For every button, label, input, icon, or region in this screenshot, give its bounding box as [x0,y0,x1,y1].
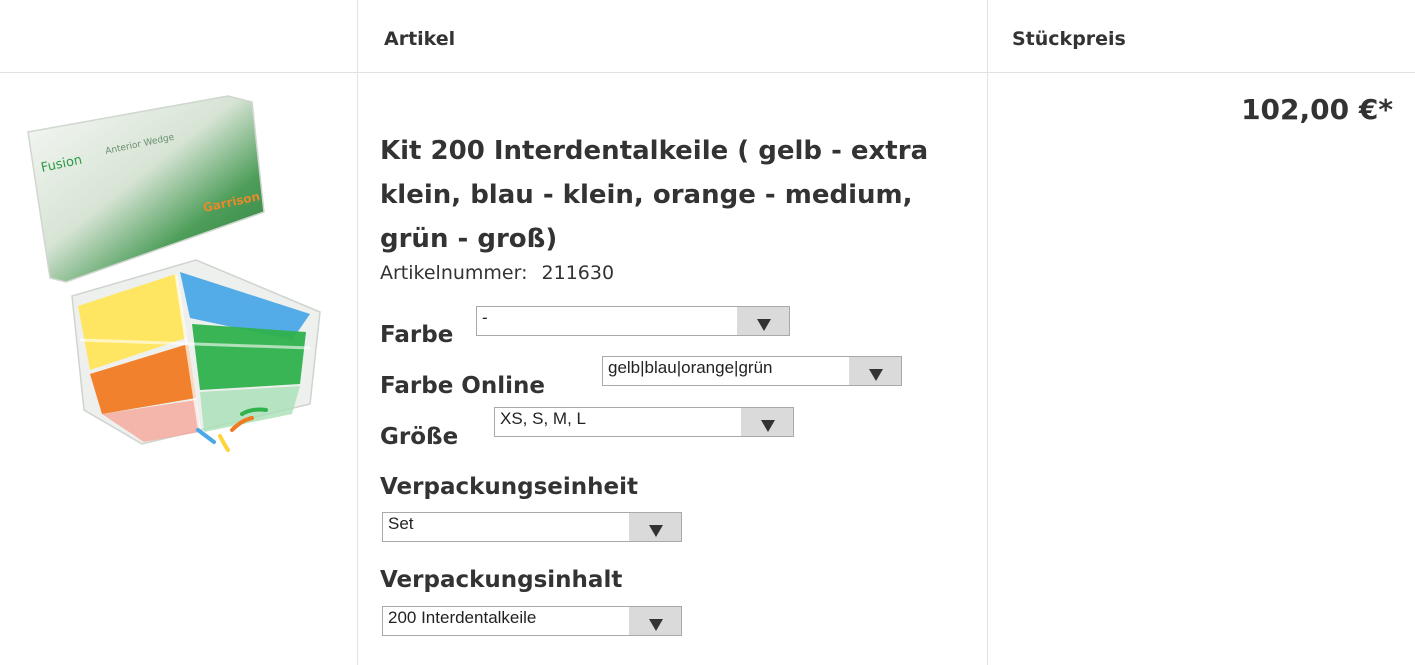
select-verpackungseinheit[interactable]: Set [382,512,682,542]
select-groesse[interactable]: XS, S, M, L [494,407,794,437]
chevron-down-icon[interactable] [629,607,681,635]
chevron-down-icon[interactable] [629,513,681,541]
column-divider [357,0,358,665]
product-image[interactable]: Fusion Anterior Wedge Garrison [20,92,338,454]
column-divider [987,0,988,665]
option-label-verpackungseinheit: Verpackungseinheit [380,474,639,500]
unit-price: 102,00 €* [1241,93,1393,126]
chevron-down-icon[interactable] [737,307,789,335]
article-number-row: Artikelnummer: 211630 [380,262,614,284]
cart-table: Artikel Stückpreis Fusion Anterior Wedge… [0,0,1415,665]
select-farbe-online[interactable]: gelb|blau|orange|grün [602,356,902,386]
select-groesse-value: XS, S, M, L [500,409,586,428]
article-number-label: Artikelnummer: [380,262,528,284]
select-verpackungsinhalt-value: 200 Interdentalkeile [388,608,537,627]
table-header: Artikel Stückpreis [0,0,1415,73]
select-farbe[interactable]: - [476,306,790,336]
option-label-farbe-online: Farbe Online [380,373,545,399]
product-title[interactable]: Kit 200 Interdentalkeile ( gelb - extra … [380,129,940,261]
select-verpackungsinhalt[interactable]: 200 Interdentalkeile [382,606,682,636]
option-label-groesse: Größe [380,424,459,450]
chevron-down-icon[interactable] [849,357,901,385]
select-farbe-online-value: gelb|blau|orange|grün [608,358,773,377]
option-label-farbe: Farbe [380,322,454,348]
select-farbe-value: - [482,308,488,327]
select-verpackungseinheit-value: Set [388,514,414,533]
option-label-verpackungsinhalt: Verpackungsinhalt [380,567,623,593]
header-unit-price: Stückpreis [1012,28,1126,50]
article-number-value: 211630 [541,262,615,284]
header-article: Artikel [384,28,456,50]
chevron-down-icon[interactable] [741,408,793,436]
